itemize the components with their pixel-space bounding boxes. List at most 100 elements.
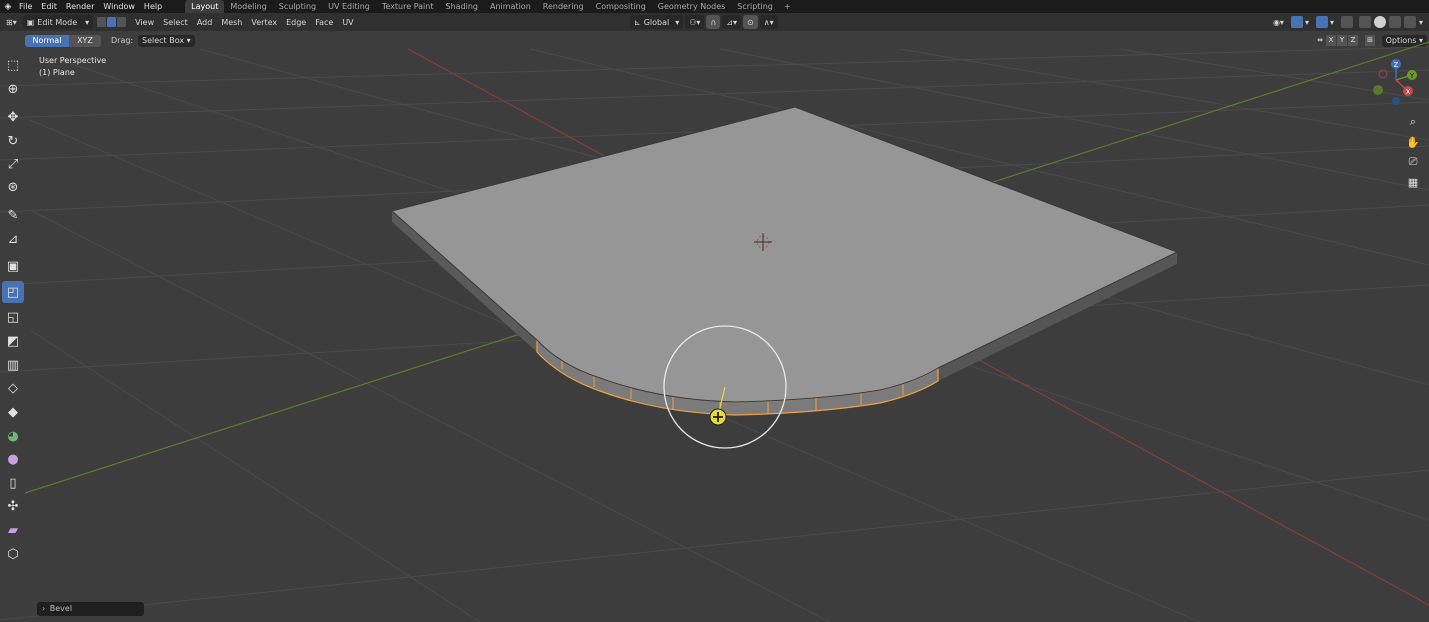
- tab-modeling[interactable]: Modeling: [224, 0, 272, 13]
- tab-animation[interactable]: Animation: [484, 0, 537, 13]
- rotate-tool-icon[interactable]: ↻: [2, 130, 24, 152]
- tab-sculpting[interactable]: Sculpting: [273, 0, 322, 13]
- snap-target-dropdown[interactable]: ⊿▾: [722, 15, 742, 29]
- drag-value: Select Box: [142, 36, 185, 45]
- view-name: User Perspective: [39, 56, 107, 65]
- mirror-x-button[interactable]: X: [1326, 35, 1336, 46]
- annotate-tool-icon[interactable]: ✎: [2, 204, 24, 226]
- tab-shading[interactable]: Shading: [439, 0, 484, 13]
- tab-compositing[interactable]: Compositing: [590, 0, 652, 13]
- editor-type-button[interactable]: ⊞▾: [2, 15, 21, 29]
- xray-toggle[interactable]: [1340, 16, 1353, 28]
- options-dropdown[interactable]: Options ▾: [1381, 35, 1427, 47]
- operator-label: Bevel: [49, 604, 73, 613]
- move-tool-icon[interactable]: ✥: [2, 106, 24, 128]
- menu-file[interactable]: File: [19, 2, 32, 11]
- tab-texture-paint[interactable]: Texture Paint: [376, 0, 440, 13]
- menu-edit[interactable]: Edit: [41, 2, 57, 11]
- inset-tool-icon[interactable]: ◱: [2, 306, 24, 328]
- chevron-down-icon: ▾: [675, 17, 680, 27]
- bevel-modal-circle: [663, 325, 787, 449]
- drag-select-dropdown[interactable]: Select Box ▾: [138, 35, 195, 47]
- loop-cut-tool-icon[interactable]: ▥: [2, 354, 24, 376]
- orientation-label: Global: [643, 17, 670, 27]
- bevel-modal-line: [717, 386, 726, 417]
- knife-tool-icon[interactable]: ◇: [2, 377, 24, 399]
- transform-tool-icon[interactable]: ⊛: [2, 176, 24, 198]
- object-info: (1) Plane: [39, 68, 75, 77]
- shading-solid-button[interactable]: [1373, 16, 1386, 28]
- bevel-tool-icon[interactable]: ◩: [2, 330, 24, 352]
- select-mode-buttons: [97, 17, 127, 27]
- smooth-tool-icon[interactable]: ●: [2, 448, 24, 470]
- shrink-fatten-tool-icon[interactable]: ✣: [2, 495, 24, 517]
- transform-orientation-dropdown[interactable]: ⊾ Global ▾: [630, 15, 684, 29]
- visibility-dropdown[interactable]: ◉▾: [1269, 15, 1288, 29]
- viewport-info: User Perspective (1) Plane: [39, 55, 106, 79]
- snap-toggle[interactable]: ∩: [706, 15, 721, 29]
- shading-material-button[interactable]: [1388, 16, 1401, 28]
- orientation-xyz-button[interactable]: XYZ: [69, 35, 101, 47]
- poly-build-tool-icon[interactable]: ◆: [2, 401, 24, 423]
- spin-tool-icon[interactable]: ◕: [2, 425, 24, 447]
- last-operator-panel[interactable]: › Bevel: [37, 602, 144, 616]
- main-menu: File Edit Render Window Help: [19, 2, 171, 11]
- menu-vertex[interactable]: Vertex: [251, 18, 277, 27]
- menu-view[interactable]: View: [135, 18, 154, 27]
- menu-select[interactable]: Select: [163, 18, 188, 27]
- face-select-icon[interactable]: [117, 17, 127, 27]
- camera-view-icon[interactable]: ⎚: [1403, 152, 1423, 172]
- measure-tool-icon[interactable]: ⊿: [2, 228, 24, 250]
- orientation-normal-button[interactable]: Normal: [25, 35, 69, 47]
- menu-help[interactable]: Help: [144, 2, 162, 11]
- vertex-select-icon[interactable]: [97, 17, 107, 27]
- tab-uv-editing[interactable]: UV Editing: [322, 0, 376, 13]
- plane-top-face: [390, 106, 1179, 403]
- x-axis-line: [407, 48, 1429, 606]
- navigation-gizmo: Z Y X: [1373, 59, 1417, 105]
- tab-geometry-nodes[interactable]: Geometry Nodes: [652, 0, 731, 13]
- menu-mesh[interactable]: Mesh: [221, 18, 242, 27]
- menu-edge[interactable]: Edge: [286, 18, 306, 27]
- add-workspace-button[interactable]: +: [779, 0, 796, 13]
- menu-window[interactable]: Window: [103, 2, 135, 11]
- falloff-dropdown[interactable]: ∧▾: [759, 15, 778, 29]
- pivot-point-dropdown[interactable]: ⚇▾: [685, 15, 705, 29]
- menu-render[interactable]: Render: [66, 2, 94, 11]
- edge-select-icon[interactable]: [107, 17, 117, 27]
- magnet-icon: ∩: [710, 17, 717, 27]
- extrude-tool-icon[interactable]: ◰: [2, 281, 24, 303]
- tab-layout[interactable]: Layout: [185, 0, 225, 13]
- topology-mirror-icon[interactable]: ⊞: [1365, 35, 1375, 46]
- zoom-icon[interactable]: ⌕: [1403, 112, 1423, 132]
- mirror-y-button[interactable]: Y: [1337, 35, 1347, 46]
- scale-tool-icon[interactable]: ⤢: [2, 153, 24, 175]
- pan-hand-icon[interactable]: ✋: [1403, 132, 1423, 152]
- edge-slide-tool-icon[interactable]: ▯: [2, 472, 24, 494]
- tab-rendering[interactable]: Rendering: [537, 0, 590, 13]
- cursor-tool-icon[interactable]: ⊕: [2, 78, 24, 100]
- chevron-down-icon[interactable]: ▾: [1305, 18, 1309, 27]
- add-cube-tool-icon[interactable]: ▣: [2, 255, 24, 277]
- gizmo-toggle[interactable]: [1290, 16, 1303, 28]
- rip-region-tool-icon[interactable]: ⬡: [2, 543, 24, 565]
- transform-controls: ⊾ Global ▾ ⚇▾ ∩ ⊿▾ ⊙ ∧▾: [628, 15, 778, 29]
- tab-scripting[interactable]: Scripting: [731, 0, 779, 13]
- mode-dropdown[interactable]: ▣ Edit Mode ▾: [22, 15, 94, 29]
- mirror-z-button[interactable]: Z: [1348, 35, 1358, 46]
- perspective-grid-icon[interactable]: ▦: [1403, 172, 1423, 192]
- menu-uv[interactable]: UV: [342, 18, 353, 27]
- shading-rendered-button[interactable]: [1403, 16, 1416, 28]
- shading-wireframe-button[interactable]: [1358, 16, 1371, 28]
- select-box-tool-icon[interactable]: ⬚: [2, 54, 24, 76]
- chevron-down-icon[interactable]: ▾: [1419, 18, 1423, 27]
- menu-add[interactable]: Add: [197, 18, 213, 27]
- chevron-down-icon: ▾: [186, 36, 191, 45]
- chevron-down-icon[interactable]: ▾: [1330, 18, 1334, 27]
- blender-logo-icon[interactable]: ◈: [3, 2, 13, 12]
- snap-target-icon: ⊿▾: [726, 17, 738, 27]
- proportional-edit-toggle[interactable]: ⊙: [743, 15, 758, 29]
- shear-tool-icon[interactable]: ▰: [2, 519, 24, 541]
- overlay-toggle[interactable]: [1315, 16, 1328, 28]
- menu-face[interactable]: Face: [315, 18, 333, 27]
